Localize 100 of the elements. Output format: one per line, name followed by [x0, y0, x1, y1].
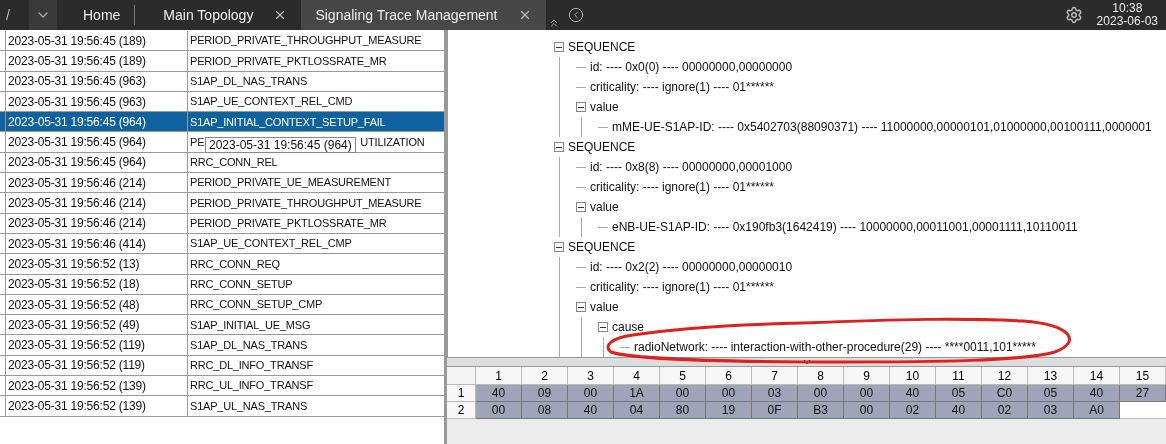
back-icon[interactable]	[567, 7, 584, 23]
table-cell: 2023-05-31 19:56:46 (214)	[6, 213, 188, 233]
table-cell-text: S1AP_UL_NAS_TRANS	[190, 398, 308, 414]
tab[interactable]: Signaling Trace Management	[301, 0, 546, 30]
column-header: 12	[982, 367, 1028, 385]
collapse-icon[interactable]	[576, 202, 586, 212]
tree-node-label[interactable]: value	[590, 98, 619, 116]
table-cell: 2023-05-31 19:56:52 (139)	[6, 396, 188, 416]
table-row[interactable]: 2023-05-31 19:56:46 (214) PERIOD_PRIVATE_THROUGHPUT_MEASURE	[0, 193, 444, 214]
hex-cell: 27	[1120, 385, 1166, 402]
tree-node-label[interactable]: criticality: ---- ignore(1) ---- 01******	[590, 78, 775, 96]
tree-node-label[interactable]: SEQUENCE	[568, 238, 636, 256]
hex-cell: 02	[982, 402, 1028, 419]
breadcrumb-path[interactable]: /	[0, 0, 29, 30]
tree-node-label[interactable]: id: ---- 0x2(2) ---- 00000000,00000010	[590, 258, 793, 276]
hex-cell: 00	[706, 385, 752, 402]
collapse-icon[interactable]	[576, 302, 586, 312]
collapse-icon[interactable]	[554, 42, 564, 52]
table-row[interactable]: 2023-05-31 19:56:46 (414) S1AP_UE_CONTEXT_REL_CMP	[0, 233, 444, 255]
tree-node-label[interactable]: cause	[612, 318, 645, 336]
tree-node-label[interactable]: id: ---- 0x0(0) ---- 00000000,00000000	[590, 58, 793, 76]
clock-time: 10:38	[1112, 2, 1143, 15]
tree-node-label[interactable]: id: ---- 0x8(8) ---- 00000000,00001000	[590, 158, 793, 176]
table-cell: 2023-05-31 19:56:52 (139)	[6, 376, 188, 396]
row-header: 1	[447, 385, 476, 402]
table-row[interactable]: 2023-05-31 19:56:46 (214) PERIOD_PRIVATE_UE_MEASUREMENT	[0, 173, 444, 194]
column-header: 10	[890, 367, 936, 385]
column-header: 9	[844, 367, 890, 385]
tree-node-label[interactable]: mME-UE-S1AP-ID: ---- 0x5402703(88090371) ---- 11000000,00000101,01000000,00100111,0000001	[612, 118, 1152, 136]
column-header: 13	[1028, 367, 1074, 385]
hex-cell: 0F	[752, 402, 798, 419]
hex-cell: 09	[522, 385, 568, 402]
table-row[interactable]: 2023-05-31 19:56:52 (49) S1AP_INITIAL_UE_MSG	[0, 315, 444, 336]
tree-node-label[interactable]: SEQUENCE	[568, 138, 636, 156]
table-cell-text: S1AP_DL_NAS_TRANS	[190, 337, 308, 353]
table-cell-text: S1AP_UE_CONTEXT_REL_CMP	[190, 236, 352, 252]
table-cell: 2023-05-31 19:56:52 (119)	[6, 335, 188, 355]
table-cell-text: S1AP_DL_NAS_TRANS	[190, 74, 308, 89]
tree-node-label[interactable]: criticality: ---- ignore(1) ---- 01******	[590, 178, 775, 196]
hex-cell: 05	[1028, 385, 1074, 402]
table-row[interactable]: 2023-05-31 19:56:45 (189) PERIOD_PRIVATE_PKTLOSSRATE_MR	[0, 51, 444, 72]
table-row[interactable]: 2023-05-31 19:56:45 (963) S1AP_DL_NAS_TRANS	[0, 71, 444, 92]
column-header: 3	[568, 367, 614, 385]
column-header: 2	[522, 367, 568, 385]
table-cell: 2023-05-31 19:56:52 (13)	[6, 254, 188, 274]
collapse-icon[interactable]	[576, 102, 586, 112]
column-header: 5	[660, 367, 706, 385]
table-cell-text: RRC_CONN_SETUP_CMP	[190, 297, 323, 313]
hex-cell: B3	[798, 402, 844, 419]
table-cell: 2023-05-31 19:56:45 (964)	[6, 112, 188, 132]
column-header: 11	[936, 367, 982, 385]
table-cell: 2023-05-31 19:56:46 (414)	[6, 233, 188, 254]
table-cell-text: RRC_UL_INFO_TRANSF	[190, 378, 313, 394]
tree-node-label[interactable]: radioNetwork: ---- interaction-with-other-procedure(29) ---- ****0011,101*****	[634, 338, 1036, 356]
table-cell-text: PE	[190, 134, 205, 150]
table-cell-text: PERIOD_PRIVATE_UE_MEASUREMENT	[190, 175, 391, 191]
column-header: 15	[1120, 367, 1166, 385]
hex-cell: 04	[614, 402, 660, 419]
column-header: 4	[614, 367, 660, 385]
table-cell-text: S1AP_INITIAL_CONTEXT_SETUP_FAIL	[190, 114, 386, 130]
hex-cell: 40	[1074, 385, 1120, 402]
column-header: 8	[798, 367, 844, 385]
settings-icon[interactable]	[1064, 6, 1083, 24]
table-cell: 2023-05-31 19:56:45 (189)	[6, 31, 188, 51]
table-cell: 2023-05-31 19:56:52 (119)	[6, 355, 188, 376]
table-row[interactable]: 2023-05-31 19:56:52 (13) RRC_CONN_REQ	[0, 254, 444, 275]
tree-node-label[interactable]: value	[590, 298, 619, 316]
table-row[interactable]: 2023-05-31 19:56:45 (964) S1AP_INITIAL_CONTEXT_SETUP_FAIL	[0, 112, 444, 133]
hex-cell: 00	[660, 385, 706, 402]
collapse-icon[interactable]	[554, 242, 564, 252]
hex-cell: 00	[844, 402, 890, 419]
row-header: 2	[447, 402, 476, 419]
table-cell: 2023-05-31 19:56:46 (214)	[6, 173, 188, 193]
column-header: 14	[1074, 367, 1120, 385]
table-row[interactable]: 2023-05-31 19:56:52 (48) RRC_CONN_SETUP_CMP	[0, 294, 444, 316]
tree-node-label[interactable]: eNB-UE-S1AP-ID: ---- 0x190fb3(1642419) ---- 10000000,00011001,00001111,10110011	[612, 218, 1078, 236]
table-cell: 2023-05-31 19:56:46 (214)	[6, 193, 188, 213]
table-row[interactable]: 2023-05-31 19:56:52 (119) S1AP_DL_NAS_TRANS	[0, 335, 444, 356]
table-cell-text: RRC_CONN_REQ	[190, 256, 280, 272]
table-row[interactable]: 2023-05-31 19:56:46 (214) PERIOD_PRIVATE_PKTLOSSRATE_MR	[0, 213, 444, 234]
collapse-icon[interactable]	[598, 322, 608, 332]
hex-cell: 00	[844, 385, 890, 402]
tree-node-label[interactable]: criticality: ---- ignore(1) ---- 01******	[590, 278, 775, 296]
table-cell: 2023-05-31 19:56:52 (49)	[6, 315, 188, 335]
tree-node-label[interactable]: value	[590, 198, 619, 216]
table-cell-text: PERIOD_PRIVATE_THROUGHPUT_MEASURE	[190, 195, 422, 211]
table-cell-text: PERIOD_PRIVATE_PKTLOSSRATE_MR	[190, 216, 387, 232]
table-cell-text: RRC_CONN_SETUP	[190, 276, 293, 292]
table-cell-text: RRC_CONN_REL	[190, 155, 278, 171]
hex-cell: 40	[476, 385, 522, 402]
collapse-icon[interactable]	[554, 142, 564, 152]
table-row[interactable]: 2023-05-31 19:56:52 (139) RRC_UL_INFO_TRANSF	[0, 376, 444, 397]
column-header: 7	[752, 367, 798, 385]
table-row[interactable]: 2023-05-31 19:56:52 (18) RRC_CONN_SETUP	[0, 274, 444, 295]
hex-cell: 40	[890, 385, 936, 402]
table-row[interactable]: 2023-05-31 19:56:45 (189) PERIOD_PRIVATE_THROUGHPUT_MEASURE	[0, 31, 444, 52]
table-cell: 2023-05-31 19:56:52 (18)	[6, 274, 188, 294]
table-row[interactable]: 2023-05-31 19:56:52 (139) S1AP_UL_NAS_TRANS	[0, 396, 444, 417]
table-row[interactable]: 2023-05-31 19:56:52 (119) RRC_DL_INFO_TRANSF	[0, 355, 444, 377]
tree-node-label[interactable]: SEQUENCE	[568, 38, 636, 56]
